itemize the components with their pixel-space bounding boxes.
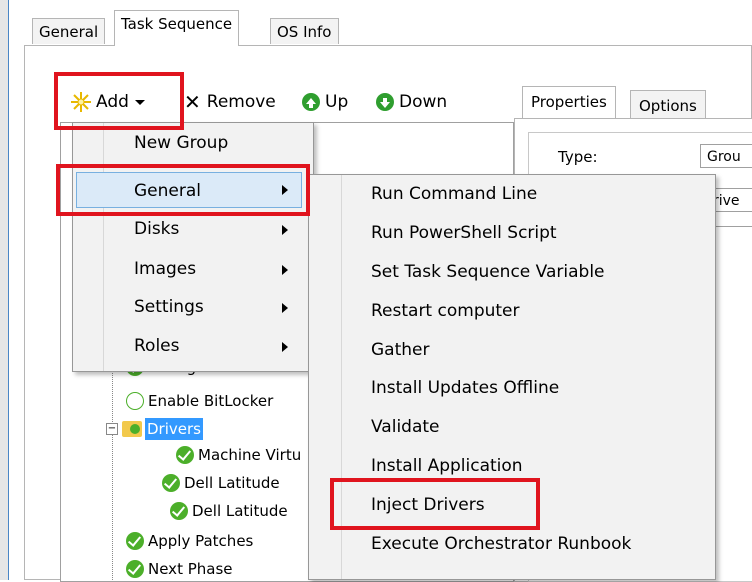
tree-item-label: Next Phase (148, 560, 233, 578)
down-arrow-icon (376, 93, 394, 111)
menu-item-label: New Group (134, 133, 229, 153)
comments-field[interactable] (712, 226, 752, 253)
down-label: Down (399, 92, 448, 112)
tree-item-label: Apply Patches (148, 532, 254, 550)
up-arrow-icon (302, 93, 320, 111)
menu-item-label: Restart computer (371, 301, 520, 321)
menu-item-validate[interactable]: Validate (371, 408, 440, 446)
check-icon (126, 560, 144, 578)
menu-item-gather[interactable]: Gather (371, 331, 429, 369)
menu-item-label: Validate (371, 417, 440, 437)
highlight-inject-drivers (330, 478, 540, 530)
highlight-general-item (56, 164, 310, 216)
remove-x-icon: ✕ (184, 90, 201, 114)
menu-item-run-command-line[interactable]: Run Command Line (371, 175, 537, 213)
tree-connector-line (112, 362, 113, 580)
tree-item-dell-latitude-1[interactable]: Dell Latitude (162, 472, 280, 494)
menu-item-label: Images (134, 259, 197, 279)
tab-general-label: General (39, 23, 99, 41)
menu-item-label: Settings (134, 297, 204, 317)
tree-item-next-phase[interactable]: Next Phase (126, 558, 233, 580)
menu-item-label: Run PowerShell Script (371, 223, 557, 243)
tab-os-info-label: OS Info (277, 23, 332, 41)
tree-item-label: Dell Latitude (192, 502, 288, 520)
menu-item-restart-computer[interactable]: Restart computer (371, 292, 520, 330)
check-icon (176, 446, 194, 464)
up-label: Up (325, 92, 349, 112)
tab-properties-label: Properties (531, 93, 607, 111)
tab-options-label: Options (639, 97, 697, 115)
menu-item-run-powershell-script[interactable]: Run PowerShell Script (371, 214, 557, 252)
menu-item-label: Install Application (371, 456, 523, 476)
tree-item-machine-virtual[interactable]: Machine Virtu (176, 444, 301, 466)
submenu-arrow-icon (282, 265, 288, 275)
menu-item-images[interactable]: Images (134, 250, 196, 288)
menu-item-settings[interactable]: Settings (134, 288, 204, 326)
name-field[interactable]: rive (712, 188, 752, 212)
tree-item-apply-patches[interactable]: Apply Patches (126, 530, 253, 552)
tree-item-label: Machine Virtu (198, 446, 302, 464)
collapse-icon: − (106, 423, 118, 435)
tab-os-info[interactable]: OS Info (270, 18, 339, 44)
menu-item-label: Disks (134, 219, 180, 239)
tree-item-label: Dell Latitude (184, 474, 280, 492)
menu-item-label: Set Task Sequence Variable (371, 262, 605, 282)
menu-item-label: Execute Orchestrator Runbook (371, 534, 632, 554)
tab-general[interactable]: General (32, 18, 106, 44)
tree-item-label: Enable BitLocker (148, 392, 274, 410)
menu-item-install-updates-offline[interactable]: Install Updates Offline (371, 369, 559, 407)
tree-item-dell-latitude-2[interactable]: Dell Latitude (170, 500, 288, 522)
menu-item-label: Roles (134, 336, 180, 356)
down-button[interactable]: Down (376, 88, 447, 116)
tree-item-enable-bitlocker[interactable]: Enable BitLocker (126, 390, 273, 412)
up-button[interactable]: Up (302, 88, 348, 116)
menu-item-label: Run Command Line (371, 184, 538, 204)
check-icon (162, 474, 180, 492)
submenu-arrow-icon (282, 225, 288, 235)
remove-button[interactable]: ✕ Remove (184, 88, 276, 116)
menu-item-label: Gather (371, 340, 430, 360)
tree-item-drivers[interactable]: − Drivers (106, 418, 203, 440)
type-value-field: Grou (700, 144, 752, 168)
submenu-arrow-icon (282, 303, 288, 313)
folder-check-icon (122, 421, 142, 437)
menu-item-execute-orchestrator-runbook[interactable]: Execute Orchestrator Runbook (371, 525, 631, 563)
submenu-arrow-icon (282, 342, 288, 352)
tab-options[interactable]: Options (630, 90, 706, 118)
highlight-add-button (54, 72, 184, 130)
check-outline-icon (126, 392, 144, 410)
type-label: Type: (558, 148, 598, 166)
tab-properties[interactable]: Properties (522, 86, 616, 118)
menu-item-label: Install Updates Offline (371, 378, 560, 398)
check-icon (170, 502, 188, 520)
menu-gutter (103, 123, 104, 371)
menu-item-set-task-sequence-variable[interactable]: Set Task Sequence Variable (371, 253, 605, 291)
check-icon (126, 532, 144, 550)
tree-item-label: Drivers (145, 418, 203, 440)
menu-item-roles[interactable]: Roles (134, 327, 180, 365)
window-left-border (0, 0, 9, 580)
remove-label: Remove (206, 92, 276, 112)
tab-task-sequence[interactable]: Task Sequence (114, 10, 240, 46)
tab-task-sequence-label: Task Sequence (121, 15, 233, 33)
